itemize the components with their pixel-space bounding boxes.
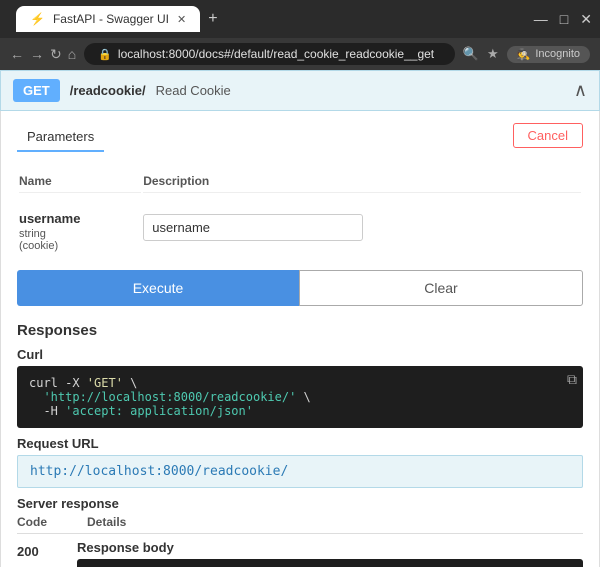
response-body-block: { "username": "admin" } ⧉ Download (77, 559, 583, 567)
collapse-button[interactable]: ∧ (574, 80, 587, 101)
endpoint-description: Read Cookie (156, 83, 231, 98)
maximize-button[interactable]: □ (560, 11, 568, 28)
curl-code: curl -X 'GET' \ 'http://localhost:8000/r… (29, 376, 311, 418)
code-column-header: Code (17, 515, 47, 529)
curl-section: Curl curl -X 'GET' \ 'http://localhost:8… (17, 347, 583, 428)
parameters-tab[interactable]: Parameters (17, 123, 104, 152)
param-name: username (19, 203, 141, 228)
tab-title: FastAPI - Swagger UI (53, 12, 169, 26)
browser-tab[interactable]: ⚡ FastAPI - Swagger UI ✕ (16, 6, 200, 32)
tab-close-button[interactable]: ✕ (177, 13, 186, 26)
tab-bar: ⚡ FastAPI - Swagger UI ✕ + (8, 6, 226, 32)
swagger-content: GET /readcookie/ Read Cookie ∧ Parameter… (0, 70, 600, 567)
param-location: (cookie) (19, 240, 141, 252)
endpoint-path: /readcookie/ (70, 83, 146, 98)
close-button[interactable]: ✕ (580, 11, 592, 28)
browser-chrome: ⚡ FastAPI - Swagger UI ✕ + — □ ✕ ← → ↻ ⌂… (0, 0, 600, 70)
incognito-badge: 🕵 Incognito (507, 46, 590, 63)
incognito-icon: 🕵 (517, 48, 531, 61)
curl-method: 'GET' (87, 376, 123, 390)
details-column-header: Details (87, 515, 126, 529)
url-text: localhost:8000/docs#/default/read_cookie… (118, 47, 434, 61)
tab-favicon: ⚡ (30, 12, 45, 26)
lock-icon: 🔒 (98, 48, 112, 61)
response-details: Response body { "username": "admin" } ⧉ … (77, 540, 583, 567)
window-controls: — □ ✕ (534, 11, 592, 28)
username-input[interactable] (143, 214, 363, 241)
curl-label: Curl (17, 347, 583, 362)
server-response-label: Server response (17, 496, 583, 511)
curl-code-block: curl -X 'GET' \ 'http://localhost:8000/r… (17, 366, 583, 428)
url-box[interactable]: 🔒 localhost:8000/docs#/default/read_cook… (84, 43, 455, 65)
home-button[interactable]: ⌂ (68, 46, 76, 62)
curl-header: 'accept: application/json' (65, 404, 253, 418)
response-200-row: 200 Response body { "username": "admin" … (17, 540, 583, 567)
response-table-header: Code Details (17, 515, 583, 534)
bookmark-icon[interactable]: ★ (487, 46, 499, 62)
responses-section: Responses Curl curl -X 'GET' \ 'http://l… (17, 322, 583, 567)
execute-button[interactable]: Execute (17, 270, 299, 306)
params-table: Name Description username string (cookie… (17, 168, 583, 254)
param-row: username string (cookie) (19, 195, 581, 252)
param-type: string (19, 228, 141, 240)
new-tab-button[interactable]: + (208, 10, 217, 28)
request-url-box: http://localhost:8000/readcookie/ (17, 455, 583, 488)
back-button[interactable]: ← (10, 46, 24, 62)
cancel-button[interactable]: Cancel (513, 123, 583, 148)
minimize-button[interactable]: — (534, 11, 548, 28)
search-icon[interactable]: 🔍 (463, 46, 479, 62)
response-code: 200 (17, 540, 57, 559)
address-bar: ← → ↻ ⌂ 🔒 localhost:8000/docs#/default/r… (0, 38, 600, 70)
method-badge: GET (13, 79, 60, 102)
address-bar-actions: 🔍 ★ 🕵 Incognito (463, 46, 590, 63)
endpoint-header[interactable]: GET /readcookie/ Read Cookie ∧ (0, 70, 600, 111)
refresh-button[interactable]: ↻ (50, 46, 62, 63)
server-response-section: Server response Code Details 200 Respons… (17, 496, 583, 567)
name-column-header: Name (19, 170, 141, 193)
execute-row: Execute Clear (17, 270, 583, 306)
clear-button[interactable]: Clear (299, 270, 583, 306)
curl-url: 'http://localhost:8000/readcookie/' (43, 390, 296, 404)
parameters-section: Parameters Cancel Name Description usern… (0, 111, 600, 567)
response-body-label: Response body (77, 540, 583, 555)
description-column-header: Description (143, 170, 581, 193)
curl-copy-icon[interactable]: ⧉ (567, 372, 577, 388)
forward-button[interactable]: → (30, 46, 44, 62)
title-bar: ⚡ FastAPI - Swagger UI ✕ + — □ ✕ (0, 0, 600, 38)
nav-buttons: ← → ↻ ⌂ (10, 46, 76, 63)
request-url-section: Request URL http://localhost:8000/readco… (17, 436, 583, 488)
responses-title: Responses (17, 322, 583, 339)
incognito-label: Incognito (535, 48, 580, 60)
request-url-label: Request URL (17, 436, 583, 451)
